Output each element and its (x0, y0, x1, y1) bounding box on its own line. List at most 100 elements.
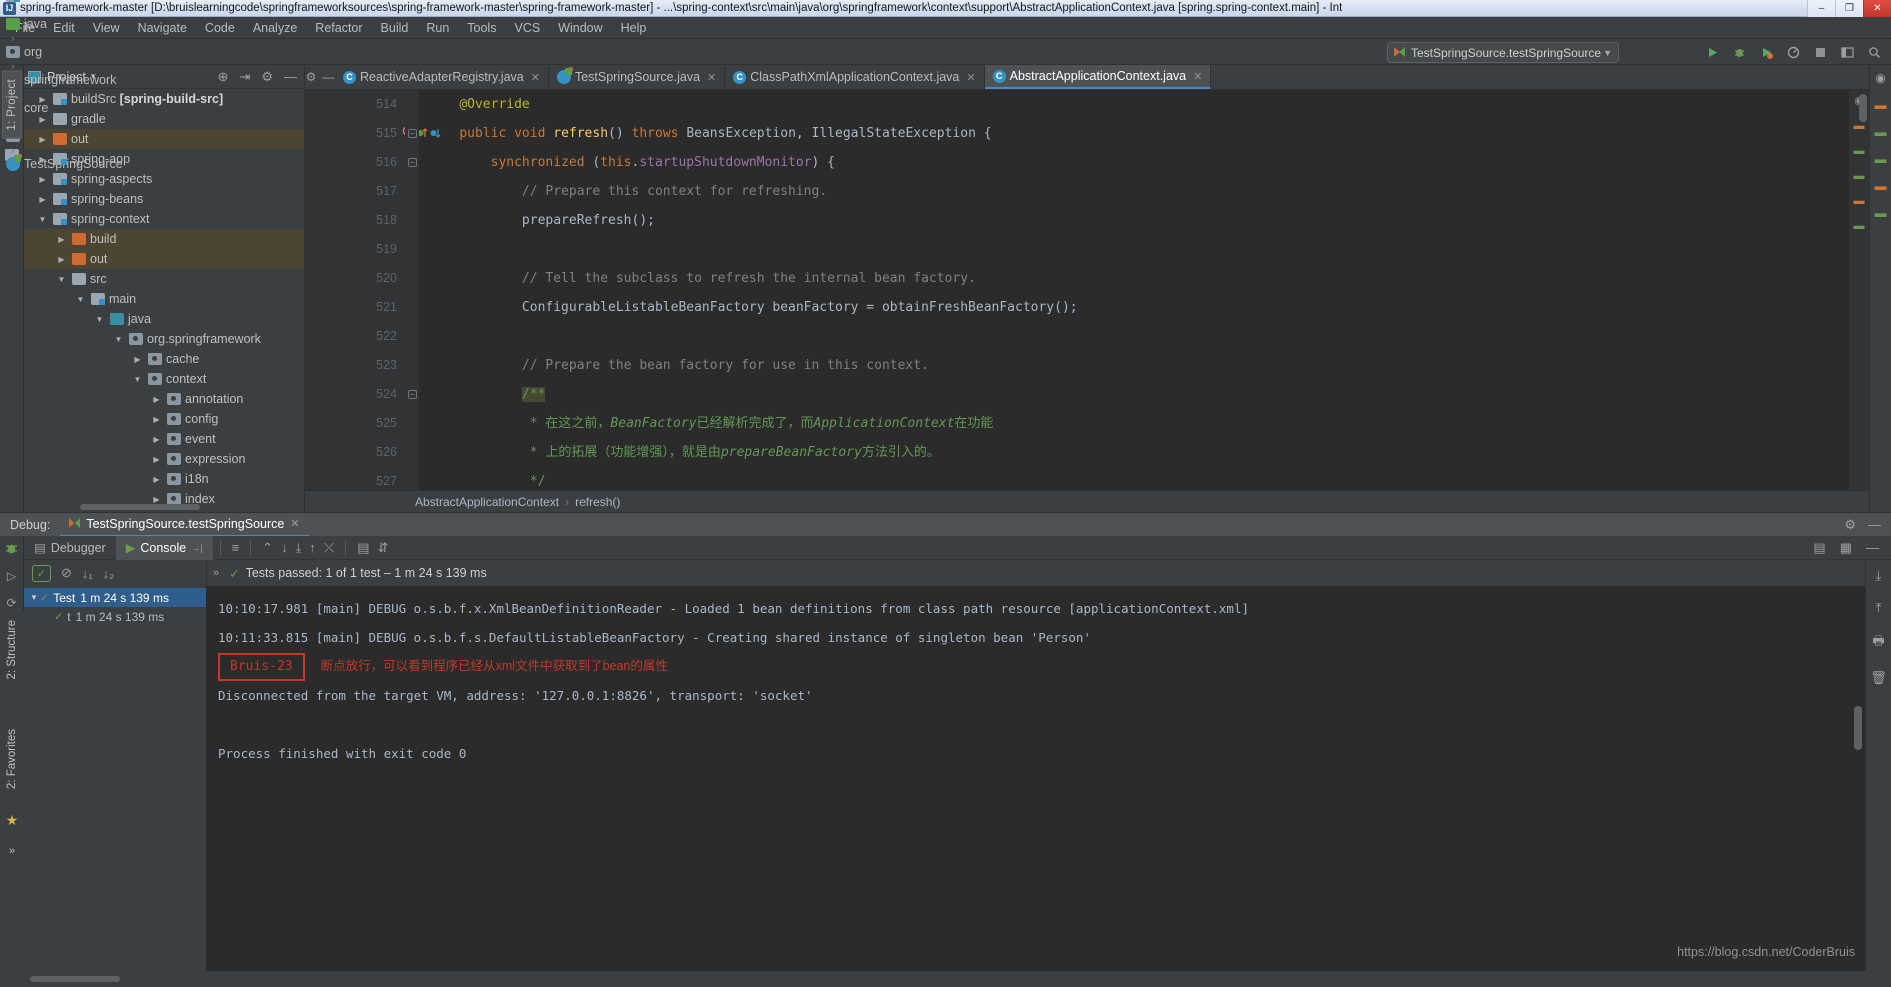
project-tree[interactable]: ▶ buildSrc [spring-build-src] ▶ gradle ▶ out ▶… (24, 89, 304, 512)
editor-tab-abstractapplicationcontext[interactable]: C AbstractApplicationContext.java ✕ (984, 65, 1212, 89)
sort-alpha-icon[interactable]: ↓₁ (82, 566, 93, 581)
chevron-right-icon[interactable]: ▶ (36, 135, 49, 144)
chevron-down-icon[interactable]: ▼ (74, 295, 87, 304)
stop-button[interactable] (1812, 44, 1829, 61)
tree-node-i18n[interactable]: ▶ i18n (24, 469, 304, 489)
menu-item-analyze[interactable]: Analyze (244, 19, 306, 37)
tree-node-buildsrc[interactable]: ▶ buildSrc [spring-build-src] (24, 89, 304, 109)
sort-icon[interactable]: ⇵ (374, 540, 393, 556)
chevron-right-icon[interactable]: ▶ (36, 175, 49, 184)
chevron-right-icon[interactable]: ▶ (36, 195, 49, 204)
chevron-down-icon[interactable]: ▼ (36, 215, 49, 224)
breadcrumb-item-org[interactable]: org (6, 45, 175, 59)
menu-item-run[interactable]: Run (417, 19, 458, 37)
menu-item-tools[interactable]: Tools (458, 19, 505, 37)
list-view-icon[interactable]: ▤ (1813, 540, 1825, 556)
line-number[interactable]: 515 (305, 119, 441, 148)
collapse-icon[interactable]: — (1866, 540, 1879, 556)
fold-column[interactable]: − − − (405, 90, 419, 490)
resume-icon[interactable]: ▷ (7, 569, 16, 583)
rerun-passed-icon[interactable]: ✓ (32, 564, 51, 582)
test-tree[interactable]: ▼ ✓ Test 1 m 24 s 139 ms ✓ t 1 m 24 s 139 ms (24, 586, 206, 971)
tree-node-spring-aspects[interactable]: ▶ spring-aspects (24, 169, 304, 189)
search-icon[interactable] (1866, 44, 1883, 61)
chevron-down-icon[interactable]: ▼ (55, 275, 68, 284)
breadcrumb-class[interactable]: AbstractApplicationContext (415, 495, 559, 509)
hide-icon[interactable]: — (1868, 517, 1881, 533)
line-number[interactable]: 518 (305, 206, 405, 235)
editor-gutter[interactable]: 514 515 516 517 518 519 520 521 522 523 524 525 526 5… (305, 90, 441, 490)
minimize-button[interactable]: – (1807, 0, 1835, 17)
debug-button[interactable] (1731, 44, 1748, 61)
fold-toggle-icon[interactable]: − (408, 129, 417, 138)
line-number[interactable]: 527 (305, 467, 405, 490)
tree-node-out[interactable]: ▶ out (24, 129, 304, 149)
chevron-right-icon[interactable]: ▶ (55, 255, 68, 264)
inspection-eye-icon[interactable]: ◉ (1875, 71, 1885, 85)
project-tool-window-button[interactable]: 1: Project (1, 71, 22, 139)
maximize-button[interactable]: ❐ (1835, 0, 1863, 17)
chevron-right-icon[interactable]: ▶ (150, 395, 163, 404)
layout-button[interactable] (1839, 44, 1856, 61)
menu-item-vcs[interactable]: VCS (505, 19, 549, 37)
mute-icon[interactable]: ⤬ (320, 540, 338, 556)
line-number[interactable]: 514 (305, 90, 405, 119)
tree-node-config[interactable]: ▶ config (24, 409, 304, 429)
code-text[interactable]: @Override public void refresh() throws B… (419, 90, 1849, 490)
editor-tab-testspringsource[interactable]: TestSpringSource.java ✕ (548, 65, 726, 89)
close-icon[interactable]: ✕ (707, 71, 716, 84)
test-tree-item[interactable]: ▼ ✓ Test 1 m 24 s 139 ms (24, 588, 206, 607)
step-down-icon[interactable]: ↓ (277, 540, 292, 555)
run-with-coverage-button[interactable] (1758, 44, 1775, 61)
chevron-down-icon[interactable]: ▼ (28, 593, 40, 602)
chevron-down-icon[interactable]: ▼ (131, 375, 144, 384)
fold-toggle-icon[interactable]: − (408, 390, 417, 399)
editor-scrollbar[interactable] (1859, 94, 1867, 122)
chevron-right-icon[interactable]: ▶ (131, 355, 144, 364)
editor-tab-classpathxmlapplicationcontext[interactable]: C ClassPathXmlApplicationContext.java ✕ (725, 65, 985, 89)
print-icon[interactable]: ▤ (353, 540, 373, 556)
line-number[interactable]: 517 (305, 177, 405, 206)
chevron-right-icon[interactable]: ▶ (36, 115, 49, 124)
tree-node-spring-context[interactable]: ▼ spring-context (24, 209, 304, 229)
tab-debugger[interactable]: ▤ Debugger (24, 536, 116, 560)
close-icon[interactable]: ✕ (1193, 70, 1202, 83)
menu-item-build[interactable]: Build (372, 19, 418, 37)
line-number[interactable]: 520 (305, 264, 405, 293)
scroll-up-icon[interactable]: ⌃ (258, 540, 277, 556)
close-icon[interactable]: ✕ (290, 517, 299, 530)
tree-node-spring-aop[interactable]: ▶ spring-aop (24, 149, 304, 169)
tree-node-context[interactable]: ▼ context (24, 369, 304, 389)
line-number[interactable]: 521 (305, 293, 405, 322)
soft-wrap-icon[interactable]: ≡ (228, 540, 244, 555)
chevron-right-icon[interactable]: ▶ (150, 455, 163, 464)
expand-icon[interactable]: » (9, 845, 15, 857)
scroll-to-end-icon[interactable]: ⤓ (1876, 568, 1882, 584)
console-scrollbar[interactable] (1854, 706, 1862, 750)
test-tree-item[interactable]: ✓ t 1 m 24 s 139 ms (24, 607, 206, 626)
collapse-all-icon[interactable]: ⇥ (239, 69, 250, 85)
menu-item-help[interactable]: Help (612, 19, 656, 37)
scroll-up-icon[interactable]: ⤒ (1876, 600, 1882, 616)
tree-node-java[interactable]: ▼ java (24, 309, 304, 329)
menu-item-refactor[interactable]: Refactor (306, 19, 371, 37)
close-icon[interactable]: ✕ (966, 71, 975, 84)
horizontal-scrollbar[interactable] (30, 976, 120, 982)
debug-session-tab[interactable]: TestSpringSource.testSpringSource ✕ (60, 512, 309, 537)
step-down2-icon[interactable]: ⤓ (292, 540, 306, 556)
chevron-right-icon[interactable]: ▶ (36, 95, 49, 104)
hide-icon[interactable]: — (284, 69, 297, 84)
debug-bug-icon[interactable] (4, 541, 19, 556)
chevron-down-icon[interactable]: ▼ (112, 335, 125, 344)
line-number[interactable]: 519 (305, 235, 405, 264)
run-configuration-selector[interactable]: TestSpringSource.testSpringSource ▼ (1387, 42, 1619, 63)
tree-node-src[interactable]: ▼ src (24, 269, 304, 289)
close-button[interactable]: ✕ (1863, 0, 1891, 17)
print-icon[interactable]: 🖶 (1872, 632, 1884, 654)
tree-node-main[interactable]: ▼ main (24, 289, 304, 309)
locate-icon[interactable]: ⊕ (218, 69, 229, 85)
tree-node-spring-beans[interactable]: ▶ spring-beans (24, 189, 304, 209)
line-number[interactable]: 516 (305, 148, 405, 177)
breadcrumb-method[interactable]: refresh() (575, 495, 620, 509)
chevron-right-icon[interactable]: ▶ (150, 435, 163, 444)
